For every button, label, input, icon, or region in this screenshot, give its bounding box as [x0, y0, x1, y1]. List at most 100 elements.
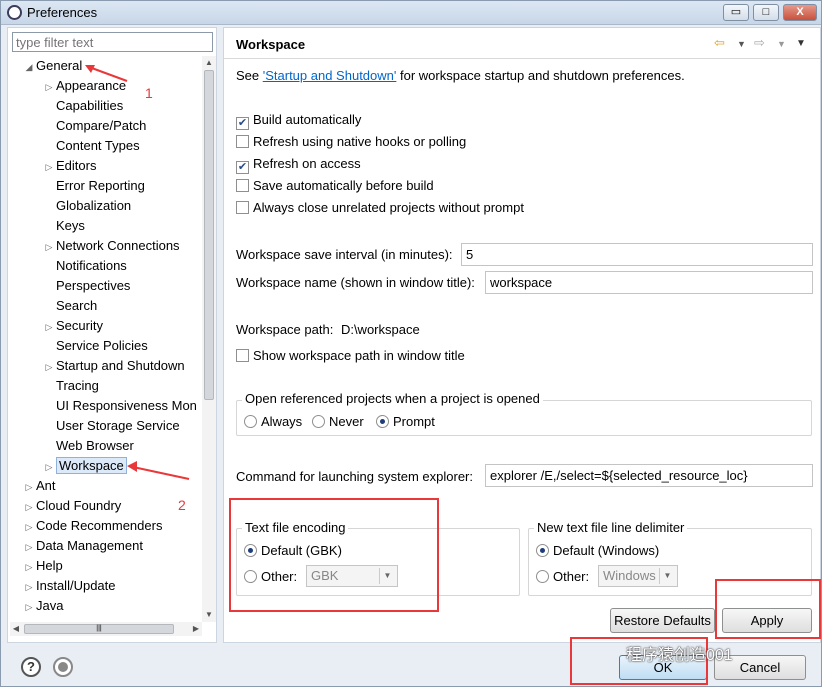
open-referenced-radio-prompt[interactable]: Prompt [376, 414, 435, 429]
tree-item-label: Error Reporting [56, 178, 145, 193]
scroll-down-icon[interactable]: ▼ [202, 608, 216, 622]
tree-item[interactable]: Content Types [42, 136, 140, 156]
checkmark-icon[interactable]: ✔ [236, 161, 249, 174]
expand-arrow-icon[interactable]: ▷ [42, 237, 56, 257]
checkbox-box[interactable] [236, 179, 249, 192]
tree-item[interactable]: ▷ Editors [42, 156, 97, 177]
scroll-up-icon[interactable]: ▲ [202, 56, 216, 70]
encoding-other-radio[interactable]: Other: [244, 569, 297, 584]
tree-item[interactable]: ▷ Code Recommenders [22, 516, 163, 537]
checkmark-icon[interactable]: ✔ [236, 117, 249, 130]
back-menu-chevron-icon[interactable]: ▼ [737, 39, 746, 49]
tree-item[interactable]: ▷ Ant [22, 476, 56, 496]
startup-shutdown-link[interactable]: 'Startup and Shutdown' [263, 68, 397, 83]
option-checkbox[interactable]: ✔ Build automatically [236, 112, 361, 130]
expand-arrow-icon[interactable]: ▷ [22, 517, 36, 537]
forward-arrow-icon[interactable]: ⇨ [754, 35, 765, 51]
checkbox-box[interactable] [236, 349, 249, 362]
open-referenced-radio-never[interactable]: Never [312, 414, 364, 429]
explorer-command-input[interactable] [485, 464, 813, 487]
chevron-down-icon[interactable]: ▼ [379, 568, 395, 584]
tree-item[interactable]: Perspectives [42, 276, 130, 296]
filter-input[interactable] [12, 32, 213, 52]
tree-item[interactable]: Notifications [42, 256, 127, 276]
tree-item[interactable]: Capabilities [42, 96, 123, 116]
radio-dot[interactable] [244, 570, 257, 583]
expand-arrow-icon[interactable]: ▷ [22, 497, 36, 517]
tree-item[interactable]: ▷ Network Connections [42, 236, 180, 256]
scroll-left-icon[interactable]: ◀ [10, 622, 22, 636]
chevron-down-icon[interactable]: ▼ [659, 568, 675, 584]
tree-horizontal-scrollbar[interactable]: ◀ ||| ▶ [10, 622, 202, 636]
close-button[interactable]: X [783, 4, 817, 21]
tree-item[interactable]: Keys [42, 216, 85, 236]
expand-arrow-icon[interactable]: ▷ [42, 457, 56, 477]
open-referenced-radio-always[interactable]: Always [244, 414, 302, 429]
tree-item[interactable]: ▷ Security [42, 316, 103, 336]
tree-item-label: Editors [56, 158, 97, 173]
option-checkbox[interactable]: Refresh using native hooks or polling [236, 134, 466, 149]
encoding-select[interactable]: GBK ▼ [306, 565, 398, 587]
checkbox-box[interactable] [236, 135, 249, 148]
view-menu-icon[interactable]: ▼ [796, 38, 806, 49]
option-checkbox[interactable]: Save automatically before build [236, 178, 434, 193]
forward-menu-chevron-icon[interactable]: ▼ [777, 39, 786, 49]
tree-item[interactable]: Tracing [42, 376, 99, 396]
radio-dot[interactable] [244, 415, 257, 428]
radio-dot[interactable] [244, 544, 257, 557]
tree-vertical-scrollbar[interactable]: ▲ ▼ [202, 56, 216, 622]
save-interval-input[interactable] [461, 243, 813, 266]
expand-arrow-icon[interactable]: ▷ [42, 157, 56, 177]
expand-arrow-icon[interactable]: ▷ [22, 577, 36, 597]
restore-defaults-button[interactable]: Restore Defaults [610, 608, 715, 633]
radio-dot[interactable] [536, 544, 549, 557]
checkbox-box[interactable] [236, 201, 249, 214]
tree-item[interactable]: ▷ Help [22, 556, 63, 576]
tree-item[interactable]: Service Policies [42, 336, 148, 356]
back-arrow-icon[interactable]: ⇦ [714, 35, 725, 51]
expanded-arrow-icon[interactable]: ◢ [22, 57, 36, 77]
delimiter-select[interactable]: Windows ▼ [598, 565, 678, 587]
option-checkbox[interactable]: Always close unrelated projects without … [236, 200, 524, 215]
hscroll-thumb[interactable]: ||| [24, 624, 174, 634]
expand-arrow-icon[interactable]: ▷ [22, 477, 36, 497]
scroll-thumb[interactable] [204, 70, 214, 400]
tree-item[interactable]: Search [42, 296, 97, 316]
encoding-default-radio[interactable]: Default (GBK) [244, 543, 342, 558]
record-icon[interactable] [53, 657, 73, 677]
help-icon[interactable]: ? [21, 657, 41, 677]
tree-item[interactable]: ◢ General [22, 56, 83, 77]
tree-item[interactable]: ▷ Data Management [22, 536, 143, 556]
minimize-button[interactable]: ▭ [723, 4, 749, 21]
scroll-right-icon[interactable]: ▶ [190, 622, 202, 636]
tree-item[interactable]: Compare/Patch [42, 116, 146, 136]
option-checkbox[interactable]: ✔ Refresh on access [236, 156, 361, 174]
workspace-name-input[interactable] [485, 271, 813, 294]
expand-arrow-icon[interactable]: ▷ [42, 77, 56, 97]
tree-item[interactable]: Error Reporting [42, 176, 145, 196]
delimiter-other-radio[interactable]: Other: [536, 569, 589, 584]
radio-dot[interactable] [536, 570, 549, 583]
tree-item[interactable]: ▷ Startup and Shutdown [42, 356, 185, 376]
expand-arrow-icon[interactable]: ▷ [42, 357, 56, 377]
apply-button[interactable]: Apply [722, 608, 812, 633]
maximize-button[interactable]: □ [753, 4, 779, 21]
tree-item[interactable]: UI Responsiveness Mon [42, 396, 197, 416]
delimiter-default-radio[interactable]: Default (Windows) [536, 543, 659, 558]
tree-item[interactable]: Web Browser [42, 436, 134, 456]
expand-arrow-icon[interactable]: ▷ [22, 597, 36, 617]
delimiter-other-label: Other: [553, 569, 590, 584]
tree-item[interactable]: ▷ Cloud Foundry [22, 496, 122, 517]
tree-item[interactable]: ▷ Java [22, 596, 64, 617]
expand-arrow-icon[interactable]: ▷ [22, 537, 36, 557]
expand-arrow-icon[interactable]: ▷ [22, 557, 36, 577]
tree-item[interactable]: ▷ Install/Update [22, 576, 116, 596]
tree-item[interactable]: ▷ Workspace [42, 456, 127, 476]
tree-item[interactable]: User Storage Service [42, 416, 180, 436]
radio-dot[interactable] [376, 415, 389, 428]
radio-dot[interactable] [312, 415, 325, 428]
tree-item[interactable]: Globalization [42, 196, 131, 216]
show-path-checkbox[interactable]: Show workspace path in window title [236, 348, 465, 363]
tree-item-label: Code Recommenders [36, 518, 163, 533]
expand-arrow-icon[interactable]: ▷ [42, 317, 56, 337]
